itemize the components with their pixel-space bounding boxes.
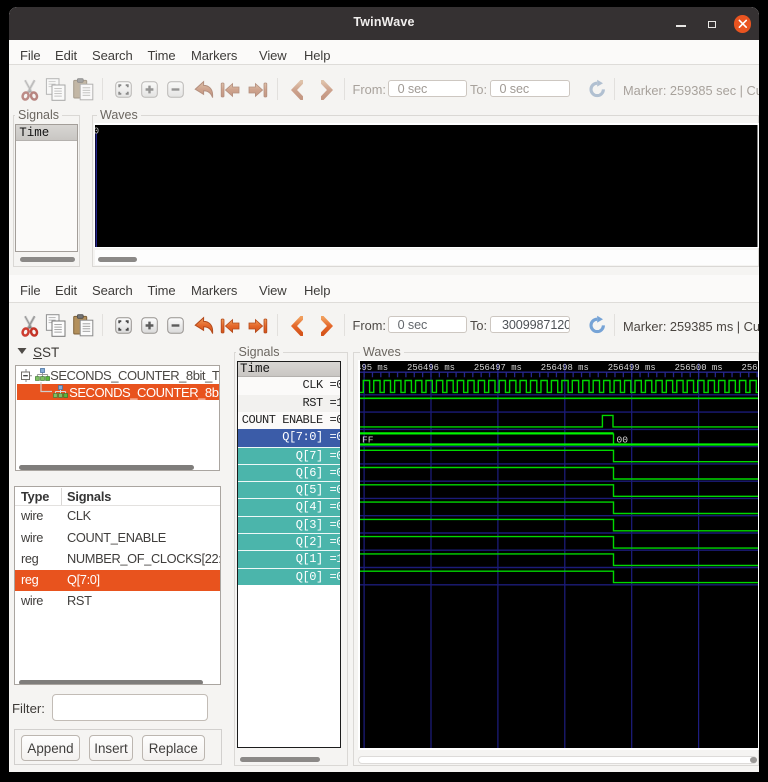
svg-text:256495 ms: 256495 ms <box>360 362 388 373</box>
svg-text:256500 ms: 256500 ms <box>674 362 722 373</box>
svg-text:256501 ms: 256501 ms <box>741 362 758 373</box>
svg-text:256499 ms: 256499 ms <box>607 362 655 373</box>
svg-text:256496 ms: 256496 ms <box>407 362 455 373</box>
svg-text:0: 0 <box>95 125 99 136</box>
svg-text:00: 00 <box>616 435 628 446</box>
svg-text:256497 ms: 256497 ms <box>473 362 521 373</box>
svg-text:256498 ms: 256498 ms <box>540 362 588 373</box>
svg-text:FF: FF <box>362 435 374 446</box>
